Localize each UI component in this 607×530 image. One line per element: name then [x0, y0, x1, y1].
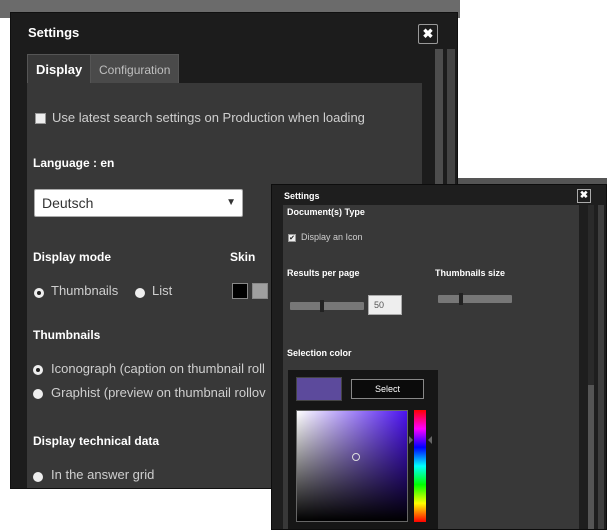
display-mode-list-radio[interactable] — [135, 288, 145, 298]
tab-display[interactable]: Display — [27, 54, 92, 84]
display-mode-label: Display mode — [33, 250, 112, 264]
skin-label: Skin — [230, 250, 256, 264]
language-select[interactable]: Deutsch ▼ — [34, 189, 243, 217]
select-color-button[interactable]: Select — [351, 379, 424, 399]
technical-data-grid-label: In the answer grid — [51, 467, 155, 482]
color-saturation-field[interactable] — [296, 410, 408, 522]
technical-data-label: Display technical data — [33, 434, 160, 448]
thumbnails-graphist-label: Graphist (preview on thumbnail rollov — [51, 385, 266, 400]
hue-arrow-right-icon — [428, 436, 432, 444]
technical-data-grid-radio[interactable] — [33, 472, 43, 482]
tab-configuration[interactable]: Configuration — [90, 54, 180, 84]
display-mode-thumbnails-radio[interactable] — [34, 288, 44, 298]
thumbnails-size-label: Thumbnails size — [435, 268, 506, 278]
documents-type-label: Document(s) Type — [287, 207, 365, 217]
thumbnails-iconograph-radio[interactable] — [33, 365, 43, 375]
dialog-title: Settings — [284, 191, 320, 201]
display-mode-list-label: List — [152, 283, 173, 298]
display-mode-thumbnails-label: Thumbnails — [51, 283, 119, 298]
language-label: Language : en — [33, 156, 115, 170]
close-icon[interactable]: ✖ — [418, 24, 438, 44]
skin-swatch-gray[interactable] — [252, 283, 268, 299]
results-per-page-slider[interactable] — [290, 302, 364, 310]
results-per-page-input[interactable]: 50 — [368, 295, 402, 315]
use-latest-search-checkbox[interactable] — [35, 113, 46, 124]
results-per-page-label: Results per page — [287, 268, 360, 278]
skin-swatch-black[interactable] — [232, 283, 248, 299]
selected-color-preview — [296, 377, 342, 401]
results-per-page-slider-handle[interactable] — [320, 300, 324, 312]
color-marker[interactable] — [352, 453, 360, 461]
selection-color-label: Selection color — [287, 348, 352, 358]
dialog-title: Settings — [28, 25, 80, 40]
display-icon-label: Display an Icon — [301, 232, 363, 242]
chevron-down-icon: ▼ — [226, 197, 236, 208]
scrollbar-thumb[interactable] — [588, 385, 594, 529]
hue-slider[interactable] — [414, 410, 426, 522]
use-latest-search-label: Use latest search settings on Production… — [52, 110, 365, 125]
window-edge — [598, 205, 604, 529]
thumbnails-graphist-radio[interactable] — [33, 389, 43, 399]
settings-dialog-small: Settings ✖ Document(s) Type ✔ Display an… — [271, 184, 607, 530]
thumbnails-label: Thumbnails — [33, 328, 101, 342]
close-icon[interactable]: ✖ — [577, 189, 591, 203]
display-icon-checkbox[interactable]: ✔ — [288, 234, 296, 242]
thumbnails-size-slider-handle[interactable] — [459, 293, 463, 305]
color-picker: Select — [288, 370, 438, 529]
hue-arrow-left-icon — [409, 436, 413, 444]
thumbnails-size-slider[interactable] — [438, 295, 512, 303]
language-select-value: Deutsch — [42, 195, 94, 211]
thumbnails-iconograph-label: Iconograph (caption on thumbnail roll — [51, 361, 265, 376]
